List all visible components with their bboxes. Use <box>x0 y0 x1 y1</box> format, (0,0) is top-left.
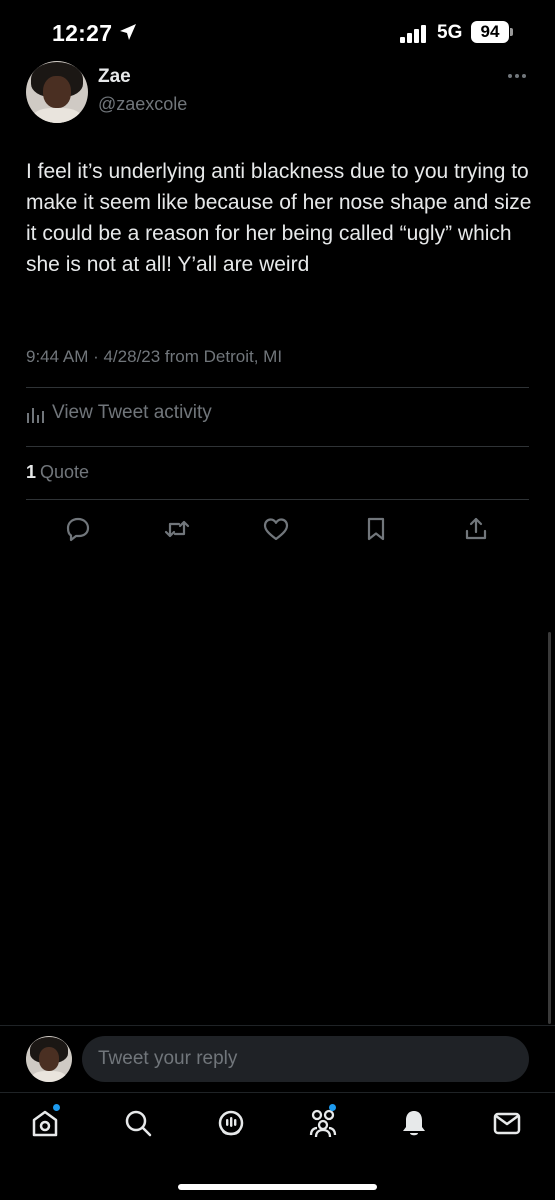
author-avatar[interactable] <box>26 61 88 123</box>
more-options-icon[interactable] <box>506 70 528 82</box>
communities-notification-dot <box>329 1104 336 1111</box>
retweet-icon[interactable] <box>163 515 191 543</box>
divider <box>0 1092 555 1093</box>
divider <box>0 1025 555 1026</box>
home-icon[interactable] <box>29 1107 61 1139</box>
battery-level: 94 <box>480 22 500 41</box>
author-name[interactable]: Zae <box>98 66 131 88</box>
battery-nub <box>510 28 513 36</box>
spaces-icon[interactable] <box>215 1107 247 1139</box>
status-time: 12:27 <box>52 20 113 46</box>
divider <box>26 387 529 388</box>
reply-input[interactable] <box>82 1036 529 1082</box>
share-icon[interactable] <box>462 515 490 543</box>
author-handle[interactable]: @zaexcole <box>98 94 187 115</box>
quote-label[interactable]: Quote <box>40 462 89 483</box>
view-tweet-activity-link[interactable]: View Tweet activity <box>52 402 212 424</box>
tweet-timestamp: 9:44 AM · 4/28/23 from Detroit, MI <box>26 347 283 366</box>
divider <box>26 499 529 500</box>
tweet-text: I feel it’s underlying anti blackness du… <box>26 160 532 276</box>
network-type: 5G <box>437 22 463 43</box>
messages-icon[interactable] <box>491 1107 523 1139</box>
analytics-icon[interactable] <box>26 405 46 423</box>
home-notification-dot <box>53 1104 60 1111</box>
cellular-signal-icon <box>400 25 426 43</box>
bookmark-icon[interactable] <box>362 515 390 543</box>
user-avatar[interactable] <box>26 1036 72 1082</box>
communities-icon[interactable] <box>307 1107 339 1139</box>
quote-count[interactable]: 1 <box>26 462 36 483</box>
home-indicator[interactable] <box>178 1184 377 1190</box>
notifications-icon[interactable] <box>398 1107 430 1139</box>
reply-icon[interactable] <box>64 515 92 543</box>
location-arrow-icon <box>120 24 136 40</box>
like-icon[interactable] <box>262 515 290 543</box>
search-icon[interactable] <box>122 1107 154 1139</box>
scrollbar[interactable] <box>548 632 551 1024</box>
status-bar: 12:27 5G 94 <box>0 0 555 62</box>
divider <box>26 446 529 447</box>
